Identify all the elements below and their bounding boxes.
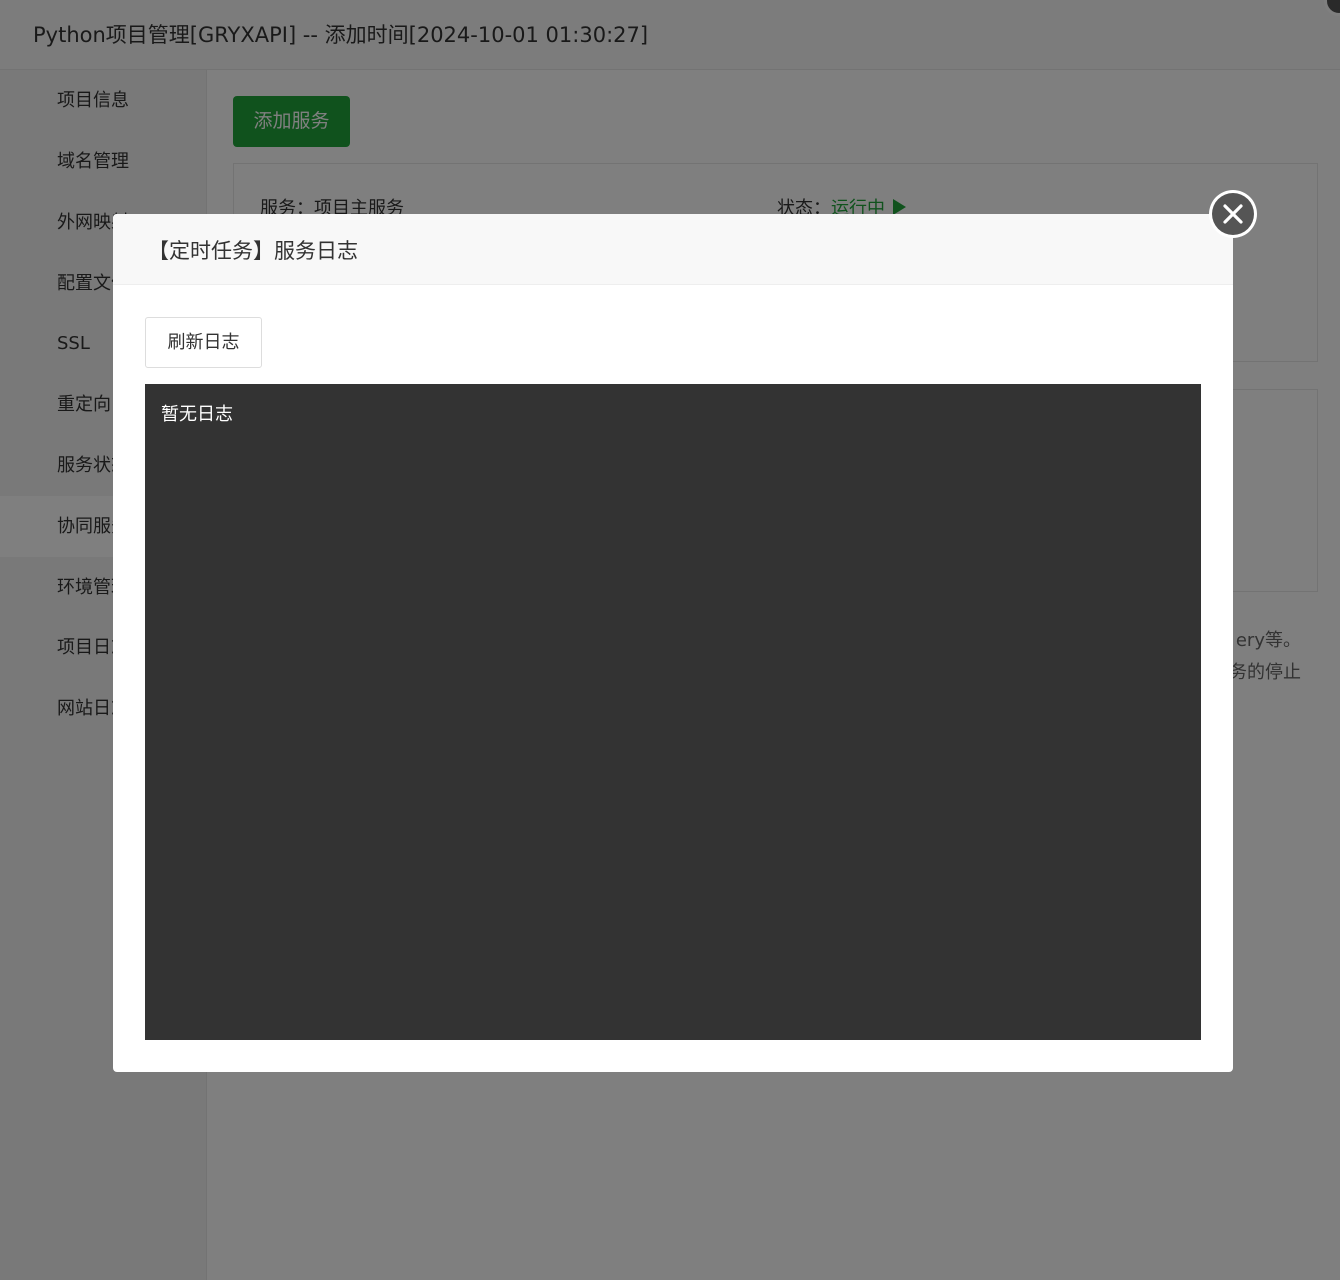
- modal-title: 【定时任务】服务日志: [148, 239, 358, 263]
- service-log-modal: 【定时任务】服务日志 刷新日志 暂无日志: [113, 214, 1233, 1072]
- log-text: 暂无日志: [161, 404, 233, 425]
- modal-header: 【定时任务】服务日志: [113, 214, 1233, 285]
- modal-close-button[interactable]: [1209, 190, 1257, 238]
- log-output[interactable]: 暂无日志: [145, 384, 1201, 1040]
- refresh-log-button[interactable]: 刷新日志: [145, 317, 262, 368]
- close-icon: [1212, 193, 1254, 235]
